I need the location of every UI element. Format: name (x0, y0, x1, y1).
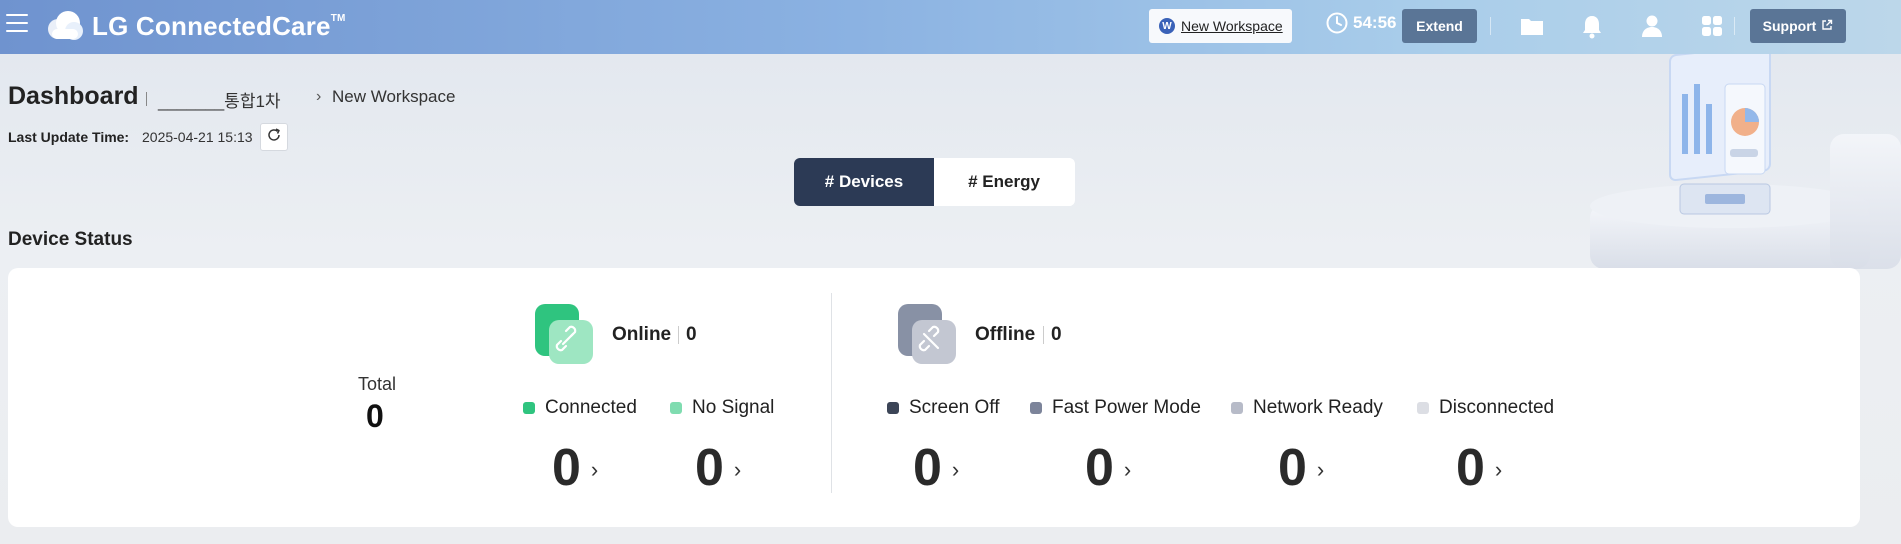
clock-icon (1326, 12, 1348, 34)
status-dot (1231, 402, 1243, 414)
session-timer: 54:56 (1326, 12, 1396, 34)
breadcrumb-workspace[interactable]: New Workspace (332, 87, 455, 107)
chevron-right-icon: › (951, 457, 960, 482)
status-dot (1030, 402, 1042, 414)
total-label: Total (358, 374, 397, 394)
view-tabs: # Devices # Energy (794, 158, 1075, 206)
screen-off-metric[interactable]: 0 › (913, 438, 959, 498)
divider (678, 326, 679, 344)
external-link-icon (1816, 18, 1833, 34)
support-label: Support (1762, 18, 1817, 34)
online-label: Online (612, 324, 672, 345)
connected-metric[interactable]: 0 › (552, 438, 598, 498)
breadcrumb-site[interactable]: _______통합1차 (158, 87, 281, 112)
legend-disconnected: Disconnected (1417, 397, 1554, 419)
fast-power-mode-metric[interactable]: 0 › (1085, 438, 1131, 498)
link-icon (533, 302, 593, 364)
divider (1734, 17, 1735, 35)
unlink-icon (896, 302, 956, 364)
timer-value: 54:56 (1353, 13, 1397, 32)
folder-icon[interactable] (1518, 12, 1546, 40)
legend-no-signal: No Signal (670, 397, 774, 419)
status-dot (670, 402, 682, 414)
refresh-icon (266, 127, 282, 148)
menu-icon[interactable] (6, 14, 28, 36)
extend-button[interactable]: Extend (1402, 9, 1477, 43)
tab-devices[interactable]: # Devices (794, 158, 934, 206)
legend-fast-power-mode: Fast Power Mode (1030, 397, 1201, 419)
chevron-right-icon: › (1316, 457, 1325, 482)
total-value: 0 (366, 398, 384, 434)
status-dot (1417, 402, 1429, 414)
chevron-right-icon: › (1494, 457, 1503, 482)
cloud-logo-icon (44, 9, 84, 43)
workspace-button[interactable]: W New Workspace (1149, 9, 1292, 43)
legend-screen-off: Screen Off (887, 397, 999, 419)
workspace-badge: W (1159, 18, 1175, 34)
legend-connected: Connected (523, 397, 637, 419)
chevron-right-icon: › (590, 457, 599, 482)
divider (1490, 17, 1491, 35)
apps-grid-icon[interactable] (1698, 12, 1726, 40)
chevron-right-icon: › (1123, 457, 1132, 482)
divider (1043, 326, 1044, 344)
bell-icon[interactable] (1578, 12, 1606, 40)
tab-energy[interactable]: # Energy (934, 158, 1074, 206)
section-title: Device Status (8, 229, 133, 250)
network-ready-metric[interactable]: 0 › (1278, 438, 1324, 498)
legend-network-ready: Network Ready (1231, 397, 1383, 419)
page-title: Dashboard (8, 82, 139, 110)
workspace-label: New Workspace (1181, 18, 1283, 34)
status-dot (523, 402, 535, 414)
refresh-button[interactable] (260, 123, 288, 151)
last-update-value: 2025-04-21 15:13 (142, 129, 253, 145)
status-dot (887, 402, 899, 414)
offline-count: 0 (1051, 324, 1062, 345)
chevron-right-icon: › (733, 457, 742, 482)
app-logo[interactable]: LG ConnectedCareTM (44, 6, 346, 46)
no-signal-metric[interactable]: 0 › (695, 438, 741, 498)
title-divider (146, 92, 147, 106)
group-divider (831, 293, 832, 493)
chevron-right-icon: › (316, 88, 322, 105)
top-bar: LG ConnectedCareTM W New Workspace 54:56… (0, 0, 1901, 54)
last-update-label: Last Update Time: (8, 129, 130, 145)
disconnected-metric[interactable]: 0 › (1456, 438, 1502, 498)
dashboard-illustration (1590, 44, 1901, 269)
app-name: LG ConnectedCareTM (92, 10, 346, 41)
user-icon[interactable] (1638, 12, 1666, 40)
offline-label: Offline (975, 324, 1036, 345)
support-button[interactable]: Support (1750, 9, 1846, 43)
online-count: 0 (686, 324, 697, 345)
